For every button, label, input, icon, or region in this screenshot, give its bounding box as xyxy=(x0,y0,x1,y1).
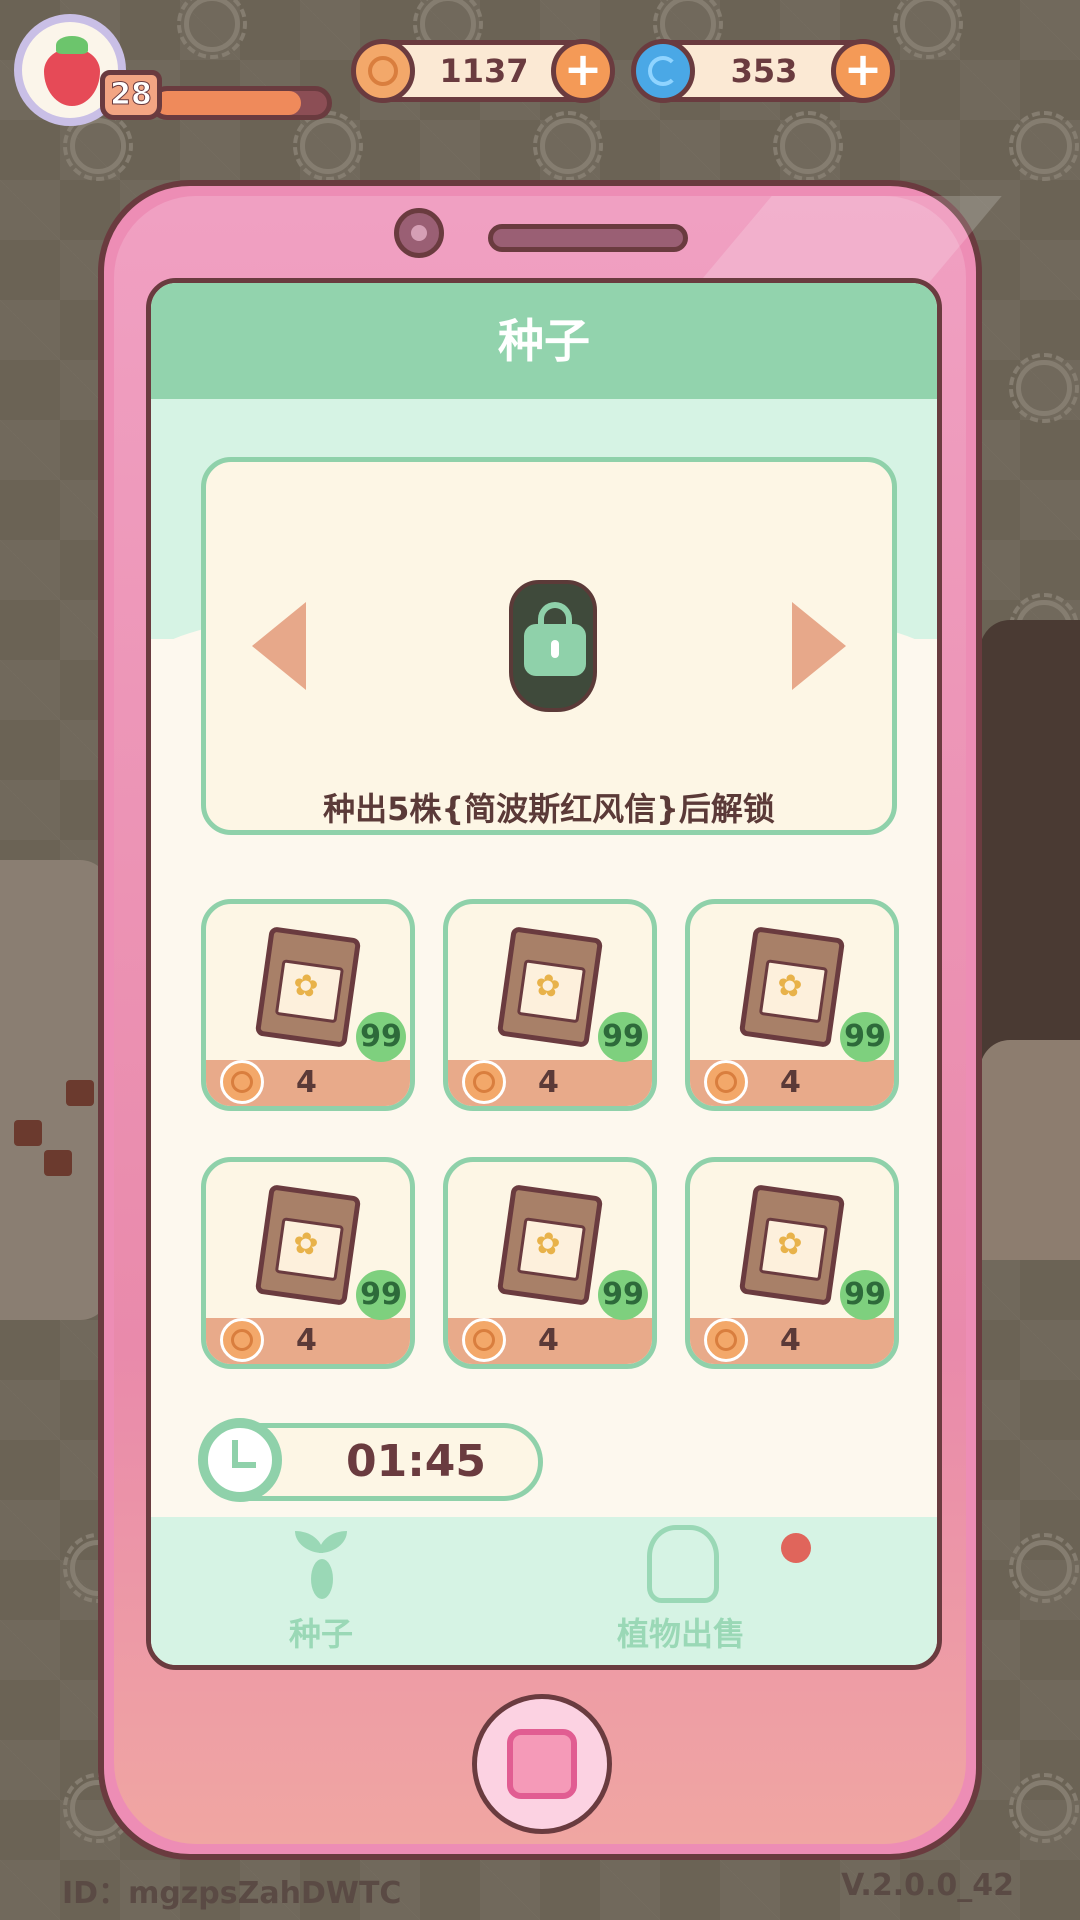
seed-packet-icon xyxy=(254,1184,362,1306)
seed-card[interactable]: 99 4 xyxy=(685,899,899,1111)
seed-price: 4 xyxy=(780,1323,801,1358)
seed-count-badge: 99 xyxy=(356,1270,406,1320)
strawberry-icon xyxy=(44,36,100,106)
sprout-icon xyxy=(295,1531,347,1603)
refresh-timer: 01:45 xyxy=(198,1418,543,1502)
add-gems-button[interactable]: + xyxy=(831,39,895,103)
seed-count-badge: 99 xyxy=(598,1270,648,1320)
background-sun-decoration xyxy=(1009,353,1079,423)
timer-text: 01:45 xyxy=(345,1436,487,1487)
background-shop-scene-left xyxy=(0,860,110,1320)
coin-icon xyxy=(462,1060,506,1104)
seed-price: 4 xyxy=(538,1323,559,1358)
flower-pot xyxy=(44,1150,72,1176)
background-shop-scene-right xyxy=(980,620,1080,1260)
background-sun-decoration xyxy=(293,111,363,181)
seed-price: 4 xyxy=(780,1065,801,1100)
coin-icon xyxy=(704,1318,748,1362)
seed-packet-icon xyxy=(496,926,604,1048)
tab-label: 种子 xyxy=(288,1615,353,1653)
experience-bar xyxy=(150,86,332,120)
seed-count-badge: 99 xyxy=(840,1012,890,1062)
tab-seeds[interactable]: 种子 xyxy=(191,1517,451,1665)
seed-price: 4 xyxy=(296,1323,317,1358)
background-sun-decoration xyxy=(893,0,963,59)
tab-plant-sale[interactable]: 植物出售 xyxy=(551,1517,811,1665)
experience-bar-fill xyxy=(155,91,302,115)
gem-amount: 353 xyxy=(730,52,798,90)
gem-counter: 353 + xyxy=(631,39,895,103)
seed-card[interactable]: 99 4 xyxy=(443,899,657,1111)
flower-icon xyxy=(647,1525,719,1603)
clock-icon xyxy=(198,1418,282,1502)
seed-price: 4 xyxy=(296,1065,317,1100)
level-badge: 28 xyxy=(100,70,162,120)
camera-icon xyxy=(394,208,444,258)
seed-count-badge: 99 xyxy=(598,1012,648,1062)
background-sun-decoration xyxy=(63,111,133,181)
seed-card[interactable]: 99 4 xyxy=(201,899,415,1111)
background-sun-decoration xyxy=(533,111,603,181)
coin-amount: 1137 xyxy=(439,52,529,90)
screen-title: 种子 xyxy=(498,314,590,368)
seed-card[interactable]: 99 4 xyxy=(685,1157,899,1369)
seed-showcase-panel: 种出5株{简波斯红风信}后解锁 xyxy=(201,457,897,835)
unlock-hint: 种出5株{简波斯红风信}后解锁 xyxy=(323,790,775,828)
seed-packet-icon xyxy=(738,1184,846,1306)
seed-packet-icon xyxy=(738,926,846,1048)
coin-icon xyxy=(220,1060,264,1104)
phone-screen: 种子 种出5株{简波斯红风信}后解锁 99 4 99 4 xyxy=(146,278,942,1670)
coin-icon xyxy=(220,1318,264,1362)
next-arrow-button[interactable] xyxy=(792,602,846,690)
player-id: ID：mgzpsZahDWTC xyxy=(62,1876,402,1911)
seed-card[interactable]: 99 4 xyxy=(443,1157,657,1369)
seed-count-badge: 99 xyxy=(840,1270,890,1320)
coin-icon xyxy=(351,39,415,103)
add-coins-button[interactable]: + xyxy=(551,39,615,103)
version-label: V.2.0.0_42 xyxy=(841,1868,1014,1903)
seed-card[interactable]: 99 4 xyxy=(201,1157,415,1369)
background-sun-decoration xyxy=(1009,1533,1079,1603)
seed-packet-icon xyxy=(496,1184,604,1306)
flower-pot xyxy=(66,1080,94,1106)
home-square-icon xyxy=(507,1729,577,1799)
screen-header: 种子 xyxy=(151,283,937,399)
lock-icon xyxy=(524,602,586,676)
flower-pot xyxy=(14,1120,42,1146)
gem-icon xyxy=(631,39,695,103)
home-button[interactable] xyxy=(472,1694,612,1834)
bottom-tab-bar: 种子 植物出售 xyxy=(151,1517,937,1665)
background-floor xyxy=(980,1040,1080,1260)
tab-label: 植物出售 xyxy=(616,1615,745,1653)
coin-icon xyxy=(462,1318,506,1362)
seed-count-badge: 99 xyxy=(356,1012,406,1062)
phone-frame: 种子 种出5株{简波斯红风信}后解锁 99 4 99 4 xyxy=(98,180,982,1860)
coin-counter: 1137 + xyxy=(351,39,615,103)
seed-packet-icon xyxy=(254,926,362,1048)
coin-icon xyxy=(704,1060,748,1104)
background-sun-decoration xyxy=(773,111,843,181)
background-sun-decoration xyxy=(1009,111,1079,181)
seed-price: 4 xyxy=(538,1065,559,1100)
previous-arrow-button[interactable] xyxy=(252,602,306,690)
phone-speaker xyxy=(488,224,688,252)
notification-dot xyxy=(781,1533,811,1563)
background-sun-decoration xyxy=(1009,1773,1079,1843)
background-sun-decoration xyxy=(177,0,247,59)
